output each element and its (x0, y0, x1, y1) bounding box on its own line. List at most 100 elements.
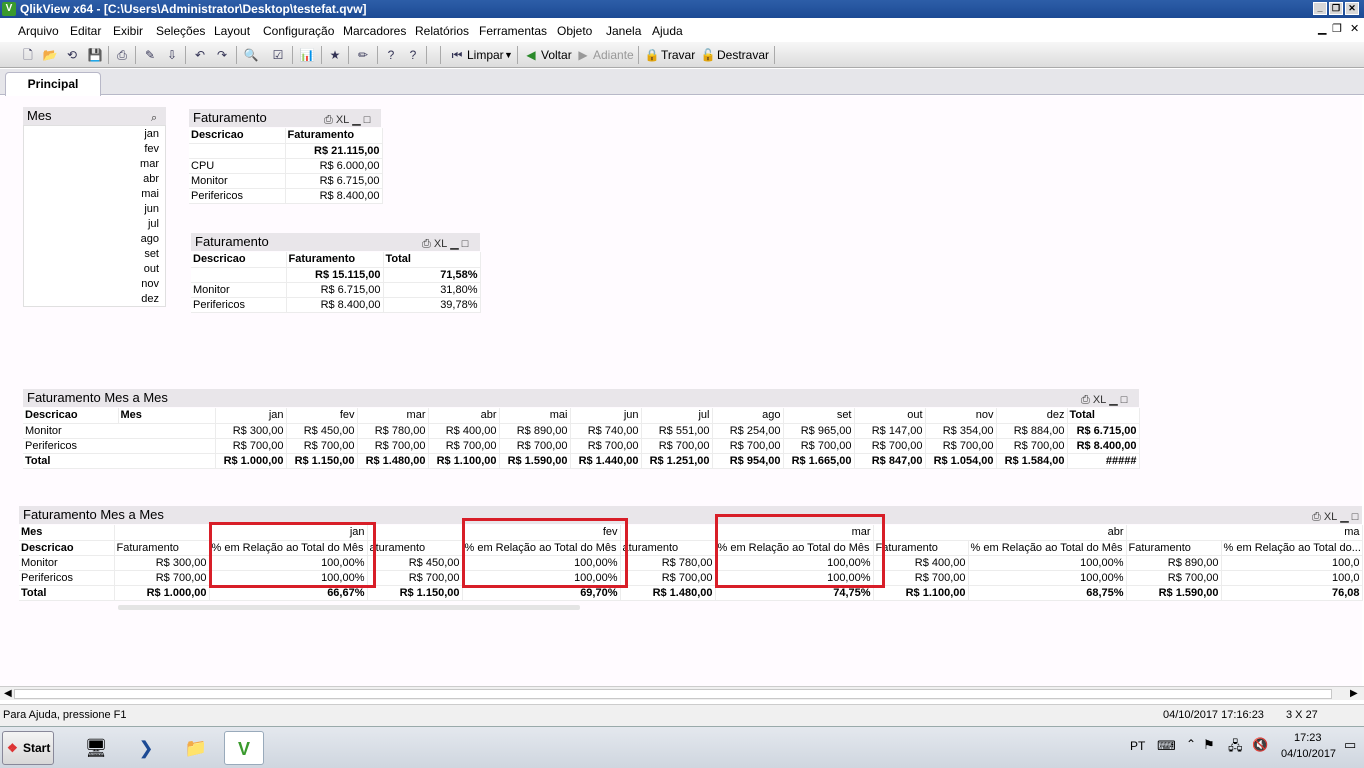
chart-icon[interactable]: 📊 (299, 47, 315, 63)
window-minimize-button[interactable]: _ (1313, 2, 1327, 15)
dimension-header-mes[interactable]: Mes (118, 408, 216, 424)
menu-exibir[interactable]: Exibir (113, 24, 143, 38)
horizontal-scrollbar[interactable]: ◀ ▶ (0, 686, 1364, 700)
volume-muted-icon[interactable]: 🔇 (1252, 737, 1268, 753)
menu-configuracao[interactable]: Configuração (263, 24, 334, 38)
start-button[interactable]: ❖ Start (2, 731, 54, 765)
list-item[interactable]: jan (144, 128, 159, 140)
export-excel-icon[interactable]: XL (434, 238, 447, 250)
list-item[interactable]: fev (144, 143, 159, 155)
column-header-set[interactable]: set (783, 408, 855, 424)
column-header-jun[interactable]: jun (570, 408, 642, 424)
column-header-mai[interactable]: mai (499, 408, 571, 424)
list-item[interactable]: jul (148, 218, 159, 230)
print-icon[interactable]: ⎙ (1312, 511, 1321, 523)
window-restore-button[interactable]: ❐ (1329, 2, 1343, 15)
doc-close-icon[interactable]: ✕ (1350, 22, 1359, 35)
menu-janela[interactable]: Janela (606, 24, 641, 38)
unlock-button[interactable]: Destravar (717, 48, 769, 62)
context-help-icon[interactable]: ? (405, 47, 421, 63)
list-item[interactable]: ago (141, 233, 159, 245)
clear-button[interactable]: Limpar (467, 48, 504, 62)
menu-arquivo[interactable]: Arquivo (18, 24, 59, 38)
minimize-icon[interactable]: ▁ (450, 238, 458, 250)
unlock-icon[interactable]: 🔓 (700, 47, 716, 63)
menu-layout[interactable]: Layout (214, 24, 250, 38)
lock-icon[interactable]: 🔒 (644, 47, 660, 63)
pivot2-scrollbar[interactable] (118, 605, 580, 610)
column-header-ago[interactable]: ago (712, 408, 784, 424)
back-button[interactable]: Voltar (541, 48, 572, 62)
keyboard-icon[interactable]: ⌨ (1157, 738, 1176, 754)
menu-selecoes[interactable]: Seleções (156, 24, 205, 38)
row-label[interactable]: Perifericos (23, 438, 216, 454)
open-folder-icon[interactable]: 📂 (42, 47, 58, 63)
search-icon[interactable]: 🔍 (243, 47, 259, 63)
print-icon[interactable]: ⎙ (114, 47, 130, 63)
action-center-flag-icon[interactable]: ⚑ (1203, 737, 1215, 753)
list-item[interactable]: mai (141, 188, 159, 200)
show-desktop-icon[interactable]: ▭ (1344, 737, 1356, 753)
column-header-dez[interactable]: dez (996, 408, 1068, 424)
export-excel-icon[interactable]: XL (336, 114, 349, 126)
qlikview-taskbar-icon[interactable]: V (224, 731, 264, 765)
maximize-icon[interactable]: □ (1352, 511, 1359, 523)
print-icon[interactable]: ⎙ (1081, 394, 1090, 406)
row-label[interactable]: Total (19, 585, 115, 601)
new-document-icon[interactable]: 🗋 (20, 47, 36, 63)
clear-dropdown-icon[interactable]: ▼ (504, 50, 513, 60)
column-header-jan[interactable]: jan (215, 408, 287, 424)
row-label[interactable]: Monitor (23, 423, 216, 439)
show-hidden-icons-icon[interactable]: ⌃ (1186, 737, 1196, 751)
redo-icon[interactable]: ↷ (214, 47, 230, 63)
tab-principal[interactable]: Principal (5, 72, 101, 96)
column-header[interactable]: Faturamento (285, 128, 383, 144)
clock-date[interactable]: 04/10/2017 (1281, 748, 1336, 760)
reload-data-icon[interactable]: ⇩ (164, 47, 180, 63)
undo-icon[interactable]: ↶ (192, 47, 208, 63)
doc-restore-icon[interactable]: ❐ (1332, 22, 1342, 35)
measure-header[interactable]: Faturamento (114, 540, 210, 556)
dimension-header-mes[interactable]: Mes (19, 525, 115, 541)
column-header-nov[interactable]: nov (925, 408, 997, 424)
back-icon[interactable]: ◀ (523, 47, 539, 63)
explorer-folder-icon[interactable]: 📁 (176, 731, 216, 765)
dimension-header-descricao[interactable]: Descricao (19, 540, 115, 556)
menu-ajuda[interactable]: Ajuda (652, 24, 683, 38)
list-item[interactable]: out (144, 263, 159, 275)
list-item[interactable]: jun (144, 203, 159, 215)
help-icon[interactable]: ? (383, 47, 399, 63)
column-header[interactable]: Descricao (191, 252, 287, 268)
list-item[interactable]: dez (141, 293, 159, 305)
check-icon[interactable]: ☑ (270, 47, 286, 63)
clock-time[interactable]: 17:23 (1294, 732, 1322, 744)
list-item[interactable]: abr (143, 173, 159, 185)
lock-button[interactable]: Travar (661, 48, 695, 62)
export-excel-icon[interactable]: XL (1324, 511, 1337, 523)
row-label[interactable]: Perifericos (19, 570, 115, 586)
maximize-icon[interactable]: □ (364, 114, 371, 126)
language-indicator[interactable]: PT (1130, 739, 1145, 753)
dimension-header-descricao[interactable]: Descricao (23, 408, 119, 424)
column-header[interactable]: Descricao (189, 128, 286, 144)
measure-header[interactable]: % em Relação ao Total do Mês (968, 540, 1127, 556)
menu-marcadores[interactable]: Marcadores (343, 24, 406, 38)
scrollbar-thumb[interactable] (14, 689, 1332, 699)
scroll-left-icon[interactable]: ◀ (4, 688, 12, 699)
row-label[interactable]: Total (23, 453, 216, 469)
design-icon[interactable]: ✏ (355, 47, 371, 63)
menu-relatorios[interactable]: Relatórios (415, 24, 469, 38)
window-close-button[interactable]: ✕ (1345, 2, 1359, 15)
network-icon[interactable]: 🖧 (1228, 737, 1243, 759)
maximize-icon[interactable]: □ (462, 238, 469, 250)
column-header[interactable]: Total (383, 252, 481, 268)
powershell-icon[interactable]: ❯ (126, 731, 166, 765)
forward-button[interactable]: Adiante (593, 48, 634, 62)
measure-header[interactable]: aturamento (367, 540, 463, 556)
column-header-jul[interactable]: jul (641, 408, 713, 424)
clear-icon[interactable]: ⏮ (449, 47, 465, 63)
column-header-ma[interactable]: ma (1126, 525, 1363, 541)
minimize-icon[interactable]: ▁ (1340, 511, 1348, 523)
column-header-mar[interactable]: mar (357, 408, 429, 424)
column-header-out[interactable]: out (854, 408, 926, 424)
